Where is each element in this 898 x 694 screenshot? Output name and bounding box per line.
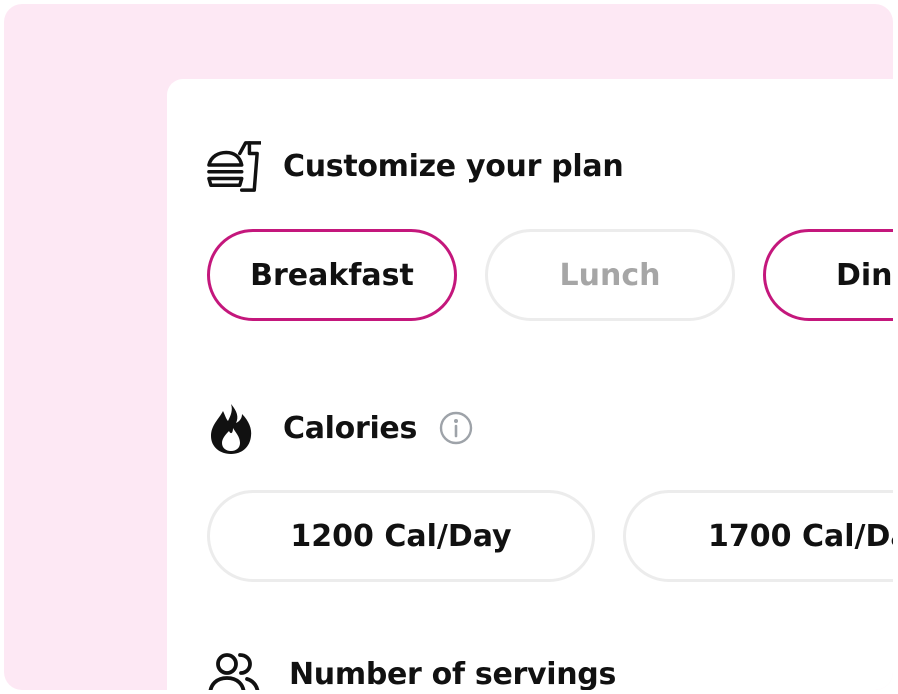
meal-option-dinner[interactable]: Dinn <box>763 229 893 321</box>
people-icon <box>207 647 261 690</box>
page-background: Customize your plan Breakfast Lunch Dinn… <box>4 4 893 690</box>
calorie-option-1700[interactable]: 1700 Cal/Da <box>623 490 893 582</box>
meal-plan-icon <box>207 139 261 193</box>
plan-header: Customize your plan <box>207 139 624 193</box>
plan-card: Customize your plan Breakfast Lunch Dinn… <box>167 79 893 690</box>
meal-option-breakfast[interactable]: Breakfast <box>207 229 457 321</box>
calorie-option-1200[interactable]: 1200 Cal/Day <box>207 490 595 582</box>
meal-option-label: Lunch <box>559 257 661 293</box>
meal-option-label: Dinn <box>836 257 893 293</box>
calories-header: Calories <box>207 401 473 455</box>
calorie-option-label: 1700 Cal/Da <box>708 518 893 554</box>
info-circle-icon[interactable] <box>439 411 473 445</box>
meal-option-lunch[interactable]: Lunch <box>485 229 735 321</box>
meal-option-label: Breakfast <box>250 257 414 293</box>
calories-title: Calories <box>283 410 418 446</box>
servings-title: Number of servings <box>289 656 617 691</box>
servings-header: Number of servings <box>207 647 616 690</box>
plan-title: Customize your plan <box>283 148 624 184</box>
flame-icon <box>207 401 261 455</box>
calorie-option-label: 1200 Cal/Day <box>290 518 512 554</box>
